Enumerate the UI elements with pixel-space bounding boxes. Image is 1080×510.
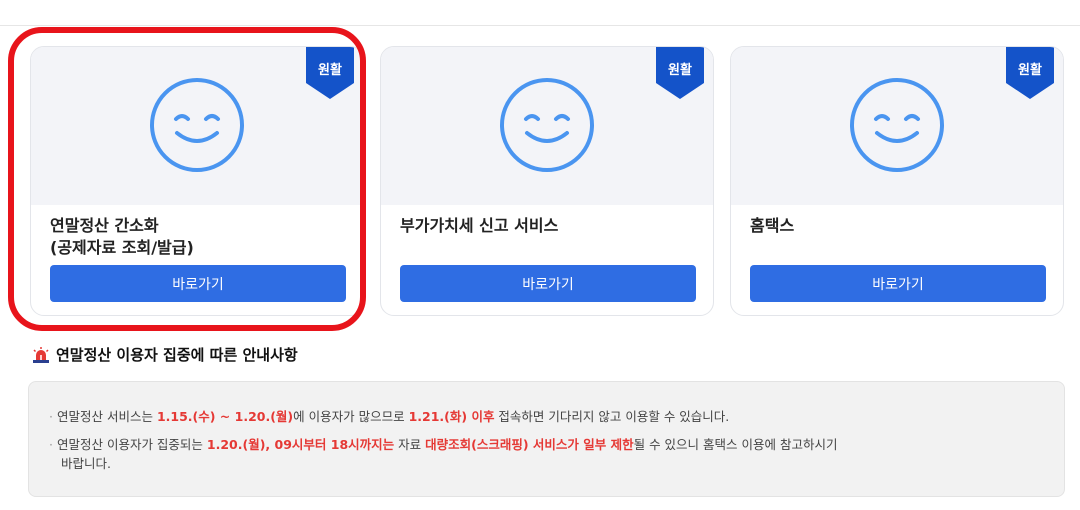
smiley-face-icon — [500, 78, 594, 172]
notice-text: 접속하면 기다리지 않고 이용할 수 있습니다. — [494, 409, 730, 424]
card-title: 부가가치세 신고 서비스 — [400, 215, 700, 237]
smiley-face-icon — [850, 78, 944, 172]
notice-highlight: 1.15.(수) ~ 1.20.(월) — [156, 409, 294, 424]
smiley-face-icon — [150, 78, 244, 172]
siren-icon — [33, 346, 49, 363]
status-badge-label: 원활 — [318, 63, 342, 78]
status-badge: 원활 — [306, 47, 354, 99]
notice-text: 연말정산 이용자가 집중되는 — [56, 437, 207, 452]
notice-highlight: 1.20.(월), 09시부터 18시까지는 — [206, 437, 395, 452]
bullet-icon: · — [49, 409, 53, 424]
notice-text: 바랍니다. — [61, 456, 111, 471]
notice-text: 에 이용자가 많으므로 — [293, 409, 409, 424]
card-title: 연말정산 간소화 (공제자료 조회/발급) — [50, 215, 350, 259]
notice-item-continuation: 바랍니다. — [61, 454, 1041, 473]
bullet-icon: · — [49, 437, 53, 452]
notice-highlight: 1.21.(화) 이후 — [408, 409, 495, 424]
card-title-line1: 부가가치세 신고 서비스 — [400, 216, 559, 235]
notice-highlight: 대량조회(스크래핑) 서비스가 일부 제한 — [425, 437, 634, 452]
card-title-line2: (공제자료 조회/발급) — [50, 238, 194, 257]
notice-item: · 연말정산 서비스는 1.15.(수) ~ 1.20.(월)에 이용자가 많으므… — [49, 407, 1029, 426]
notice-box: · 연말정산 서비스는 1.15.(수) ~ 1.20.(월)에 이용자가 많으므… — [28, 381, 1065, 497]
card-title-line1: 홈택스 — [750, 216, 795, 235]
notice-text: 연말정산 서비스는 — [56, 409, 157, 424]
status-badge-label: 원활 — [668, 63, 692, 78]
status-badge-label: 원활 — [1018, 63, 1042, 78]
notice-text: 될 수 있으니 홈택스 이용에 참고하시기 — [633, 437, 838, 452]
card-title-line1: 연말정산 간소화 — [50, 216, 159, 235]
card-title: 홈택스 — [750, 215, 1050, 237]
go-button-vat[interactable]: 바로가기 — [400, 265, 696, 302]
go-button-hometax[interactable]: 바로가기 — [750, 265, 1046, 302]
service-card-vat[interactable]: 원활 부가가치세 신고 서비스 바로가기 — [380, 46, 714, 316]
notice-title: 연말정산 이용자 집중에 따른 안내사항 — [56, 346, 298, 364]
service-card-hometax[interactable]: 원활 홈택스 바로가기 — [730, 46, 1064, 316]
notice-text: 자료 — [394, 437, 426, 452]
notice-item: · 연말정산 이용자가 집중되는 1.20.(월), 09시부터 18시까지는 자… — [49, 435, 1029, 454]
service-card-yearend[interactable]: 원활 연말정산 간소화 (공제자료 조회/발급) 바로가기 — [30, 46, 364, 316]
go-button-yearend[interactable]: 바로가기 — [50, 265, 346, 302]
top-divider — [0, 25, 1080, 26]
status-badge: 원활 — [656, 47, 704, 99]
status-badge: 원활 — [1006, 47, 1054, 99]
notice-heading: 연말정산 이용자 집중에 따른 안내사항 — [32, 344, 298, 365]
